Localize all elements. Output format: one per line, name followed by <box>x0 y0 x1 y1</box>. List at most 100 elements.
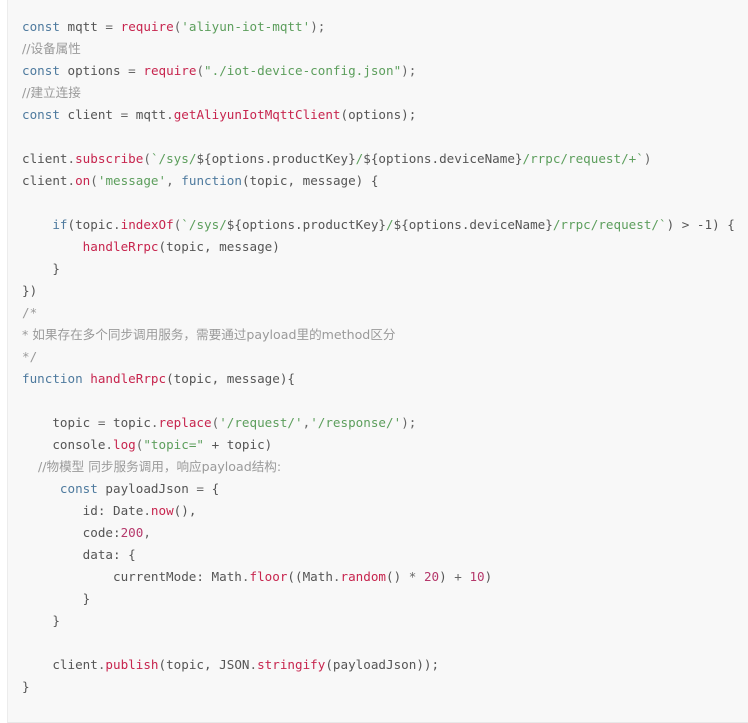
code-token: (topic, message) <box>158 239 280 254</box>
code-token: / <box>386 217 394 232</box>
code-token: payloadJson <box>97 481 197 496</box>
code-line: //物模型 同步服务调用，响应payload结构: <box>8 456 748 478</box>
code-content[interactable]: const mqtt = require ( 'aliyun-iot-mqtt');… <box>8 16 748 698</box>
code-token: ((Math <box>287 569 333 584</box>
code-token: options <box>59 63 129 78</box>
code-token: //建立连接 <box>22 85 81 100</box>
code-token: '/response/' <box>310 415 402 430</box>
code-token: /rrpc/request/` <box>552 217 667 232</box>
code-token: topic <box>22 415 98 430</box>
code-token: . <box>166 107 174 122</box>
code-token: function <box>181 173 242 188</box>
code-token: } <box>22 613 60 628</box>
code-token: random <box>340 569 387 584</box>
code-line: code:200, <box>8 522 748 544</box>
code-token: client <box>22 657 98 672</box>
code-line: id: Date.now(), <box>8 500 748 522</box>
code-token: client <box>22 151 68 166</box>
code-token: mqtt <box>59 19 106 34</box>
code-line: const options = require("./iot-device-co… <box>8 60 748 82</box>
code-token: = <box>105 19 114 34</box>
code-token: require <box>120 19 174 34</box>
code-token: (payloadJson)); <box>325 657 440 672</box>
code-token: data: { <box>22 547 136 562</box>
code-token: + <box>454 569 462 584</box>
code-token: (topic, JSON <box>158 657 250 672</box>
code-token: () <box>386 569 409 584</box>
code-line: const payloadJson = { <box>8 478 748 500</box>
code-token: + topic) <box>204 437 273 452</box>
code-token: '/request/' <box>219 415 303 430</box>
code-token: replace <box>158 415 212 430</box>
code-token: ); <box>401 415 417 430</box>
code-token: "topic=" <box>143 437 205 452</box>
code-line: client.subscribe(`/sys/${options.product… <box>8 148 748 170</box>
code-token: /* <box>22 305 38 320</box>
code-token: 200 <box>120 525 144 540</box>
code-line: }) <box>8 280 748 302</box>
code-token: id: Date <box>22 503 144 518</box>
code-token: publish <box>105 657 159 672</box>
code-line: topic = topic.replace('/request/','/resp… <box>8 412 748 434</box>
code-token: ( <box>90 173 98 188</box>
code-token: console <box>22 437 106 452</box>
code-token: /rrpc/request/+` <box>522 151 644 166</box>
code-token: const <box>59 481 98 496</box>
code-token: handleRrpc <box>90 371 167 386</box>
code-line: client.publish(topic, JSON.stringify(pay… <box>8 654 748 676</box>
code-token: }) <box>22 283 38 298</box>
code-token: . <box>67 173 76 188</box>
code-token: } <box>22 679 30 694</box>
code-token: 20 <box>423 569 440 584</box>
code-token: ${options.deviceName} <box>363 151 523 166</box>
code-token: stringify <box>257 657 326 672</box>
code-token: ${options.productKey} <box>196 151 356 166</box>
code-token: mqtt <box>128 107 167 122</box>
code-token: code: <box>22 525 121 540</box>
code-token: `/sys/ <box>181 217 227 232</box>
code-token: . <box>113 217 121 232</box>
code-token: ${options.deviceName} <box>393 217 553 232</box>
code-token: . <box>105 437 113 452</box>
code-line: //设备属性 <box>8 38 748 60</box>
code-token: getAliyunIotMqttClient <box>173 107 341 122</box>
code-token: floor <box>249 569 288 584</box>
code-token: subscribe <box>75 151 144 166</box>
code-token: . <box>249 657 258 672</box>
code-line: client.on('message', function(topic, mes… <box>8 170 748 192</box>
code-token: ) > -1) { <box>666 217 735 232</box>
code-token: } <box>22 261 60 276</box>
code-token: //物模型 同步服务调用，响应payload结构: <box>22 459 282 474</box>
code-token: now <box>150 503 174 518</box>
code-token: ) <box>439 569 455 584</box>
code-line: data: { <box>8 544 748 566</box>
code-token: function <box>22 371 83 386</box>
code-token: (topic, message) { <box>241 173 379 188</box>
code-line: const client = mqtt.getAliyunIotMqttClie… <box>8 104 748 126</box>
code-token: handleRrpc <box>82 239 159 254</box>
code-token: ) <box>484 569 493 584</box>
code-token: (), <box>173 503 197 518</box>
code-token: ${options.productKey} <box>226 217 387 232</box>
code-line: handleRrpc(topic, message) <box>8 236 748 258</box>
code-token: 'aliyun-iot-mqtt' <box>181 19 311 34</box>
code-token: require <box>143 63 197 78</box>
code-token: "./iot-device-config.json" <box>204 63 402 78</box>
code-token: = <box>196 481 205 496</box>
code-token: . <box>67 151 76 166</box>
code-token: = <box>128 63 136 78</box>
code-token: * 如果存在多个同步调用服务，需要通过payload里的method区分 <box>22 327 396 342</box>
code-token: { <box>204 481 220 496</box>
code-line: } <box>8 588 748 610</box>
code-line: currentMode: Math.floor((Math.random() *… <box>8 566 748 588</box>
code-line: if(topic.indexOf(`/sys/${options.product… <box>8 214 748 236</box>
code-token: currentMode: Math <box>22 569 242 584</box>
code-line: */ <box>8 346 748 368</box>
code-token: const <box>22 19 60 34</box>
code-line: //建立连接 <box>8 82 748 104</box>
